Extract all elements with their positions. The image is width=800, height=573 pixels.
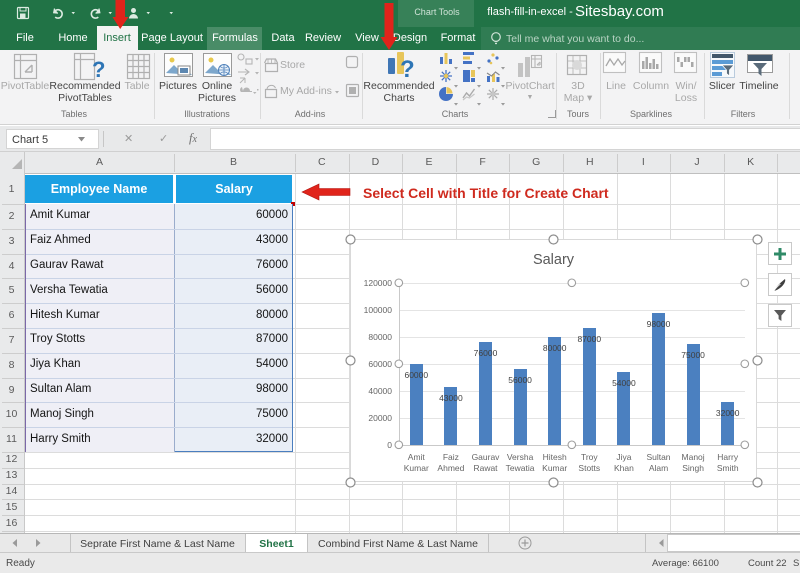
svg-text:?: ?	[400, 56, 415, 81]
svg-text:?: ?	[92, 57, 105, 82]
